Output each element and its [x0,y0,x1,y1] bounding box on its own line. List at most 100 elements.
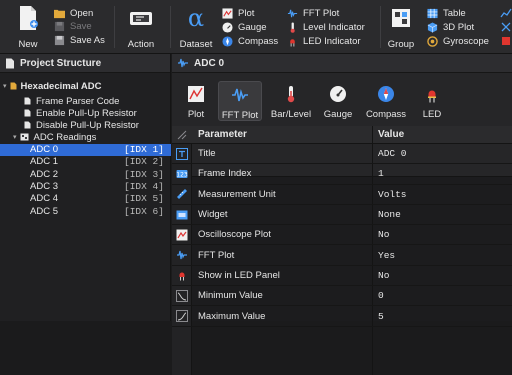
widget-tab-gauge[interactable]: Gauge [318,81,358,121]
tree-item-label: Frame Parser Code [36,95,120,107]
dataset-label: ADC 1 [30,156,58,168]
fft-icon [177,250,187,260]
cube-icon [427,22,438,33]
gauge-icon [330,86,346,102]
parameter-value[interactable]: 5 [378,311,384,322]
fft-icon [232,88,248,102]
thermometer-icon [290,22,295,33]
parameter-value[interactable]: None [378,209,401,220]
save-icon [54,21,65,32]
parameter-value[interactable]: ADC 0 [378,148,407,159]
compass-icon [222,36,233,47]
action-icon [130,12,152,25]
dataset-label: Dataset [179,39,213,50]
dataset-label: ADC 0 [30,144,58,156]
dataset-editor-header: ADC 0 [172,54,512,73]
overflow-icon[interactable] [500,7,512,19]
group-label: Group [387,39,415,50]
project-structure-header: Project Structure [0,54,170,73]
parameter-value[interactable]: 0 [378,290,384,301]
widget-tab-bar-level[interactable]: Bar/Level [268,81,314,121]
tree-dataset-adc-4[interactable]: ADC 4 [IDX 5] [0,193,171,205]
table-row-fft-plot[interactable]: FFT Plot Yes [172,246,512,266]
table-row-title[interactable]: Title ADC 0 [172,144,512,165]
widget-tab-compass[interactable]: Compass [362,81,410,121]
parameter-value[interactable]: Volts [378,189,407,200]
gauge-button[interactable]: Gauge [222,21,267,34]
save-as-button[interactable]: Save As [54,34,105,47]
table-row-widget[interactable]: Widget None [172,205,512,226]
table-row-maximum-value[interactable]: Maximum Value 5 [172,306,512,327]
tree-project-root[interactable]: ▾ Hexadecimal ADC [0,80,171,92]
save-as-label: Save As [70,35,105,46]
overflow-icon[interactable] [500,21,512,33]
alpha-icon: α [188,4,204,32]
led-indicator-button[interactable]: LED Indicator [287,35,361,48]
tree-dataset-adc-0[interactable]: ADC 0 [IDX 1] [0,143,171,156]
widget-tab-label: LED [422,109,442,120]
parameter-value[interactable]: No [378,229,389,240]
gyroscope-label: Gyroscope [443,36,489,47]
tree-dataset-adc-2[interactable]: ADC 2 [IDX 3] [0,168,171,180]
parameter-name: FFT Plot [198,249,235,261]
fft-plot-button[interactable]: FFT Plot [287,7,339,20]
gauge-label: Gauge [238,22,267,33]
level-indicator-button[interactable]: Level Indicator [287,21,365,34]
gyroscope-button[interactable]: Gyroscope [427,35,489,48]
open-button[interactable]: Open [54,7,93,20]
tree-dataset-adc-5[interactable]: ADC 5 [IDX 6] [0,205,171,217]
compass-button[interactable]: Compass [222,35,278,48]
tree-dataset-adc-3[interactable]: ADC 3 [IDX 4] [0,180,171,192]
save-as-icon [54,35,65,46]
column-header-value[interactable]: Value [378,129,404,140]
chevron-down-icon: ▾ [13,134,17,142]
tree-item[interactable]: Frame Parser Code [0,95,171,107]
table-row-minimum-value[interactable]: Minimum Value 0 [172,286,512,307]
led-icon [290,39,295,47]
save-label: Save [70,21,92,32]
ruler-icon [177,189,187,200]
plot-button[interactable]: Plot [222,7,254,20]
3d-plot-button[interactable]: 3D Plot [427,21,474,34]
chevron-down-icon: ▾ [3,83,7,91]
column-header-parameter[interactable]: Parameter [198,129,247,140]
file-icon [24,109,31,117]
table-row-oscilloscope-plot[interactable]: Oscilloscope Plot No [172,225,512,246]
led-indicator-label: LED Indicator [303,36,361,47]
parameter-value[interactable]: No [378,270,389,281]
level-indicator-label: Level Indicator [303,22,365,33]
dataset-index: [IDX 2] [124,156,164,168]
tree-item[interactable]: Enable Pull-Up Resistor [0,107,171,119]
new-button[interactable]: New [10,4,46,50]
widget-tab-fft-plot[interactable]: FFT Plot [218,81,262,121]
project-structure-panel: Project Structure ▾ Hexadecimal ADC Fram… [0,54,171,321]
overflow-icon[interactable] [500,35,512,47]
dataset-button[interactable]: α Dataset [176,4,216,50]
action-button[interactable]: Action [120,4,162,50]
main-toolbar: New Open Save Save As Action α Dataset P… [0,0,512,54]
fft-plot-label: FFT Plot [303,8,340,19]
widget-tab-led[interactable]: LED [414,81,450,121]
tree-group[interactable]: ▾ ADC Readings [0,131,171,143]
tree-item-label: Enable Pull-Up Resistor [36,107,137,119]
widget-tab-label: Bar/Level [270,109,312,120]
table-button[interactable]: Table [427,7,466,20]
dataset-index: [IDX 4] [124,181,164,193]
svg-text:α: α [188,4,204,32]
table-row-show-in-led-panel[interactable]: Show in LED Panel No [172,266,512,287]
save-button[interactable]: Save [54,20,92,33]
group-button[interactable]: Group [384,4,418,50]
table-label: Table [443,8,466,19]
widget-tab-plot[interactable]: Plot [176,81,216,121]
table-row-frame-index[interactable]: 123 Frame Index 1 [172,164,512,185]
tree-item[interactable]: Disable Pull-Up Resistor [0,119,171,131]
table-row-measurement-unit[interactable]: Measurement Unit Volts [172,185,512,205]
maximum-icon [176,310,188,323]
parameter-value[interactable]: Yes [378,250,395,261]
dataset-editor-panel: ADC 0 Plot FFT Plot Bar/Level Gauge Comp… [172,54,512,375]
dataset-index: [IDX 3] [124,168,164,180]
thermometer-icon [287,86,295,103]
project-icon [10,82,17,90]
parameter-value[interactable]: 1 [378,168,384,179]
tree-dataset-adc-1[interactable]: ADC 1 [IDX 2] [0,156,171,168]
